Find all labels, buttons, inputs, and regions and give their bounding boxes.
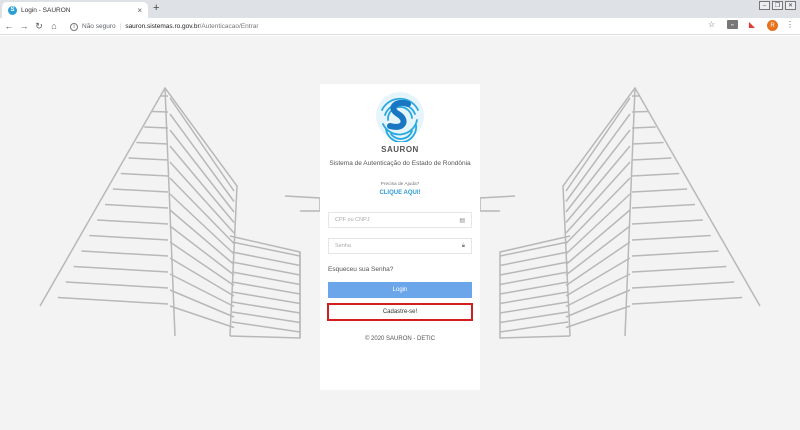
profile-avatar[interactable]: R (767, 20, 778, 31)
forward-icon[interactable]: → (18, 21, 30, 31)
building-floor-line (231, 271, 301, 286)
building-floor-line (631, 157, 672, 161)
forgot-password-link[interactable]: Esqueceu sua Senha? (328, 266, 393, 273)
url-separator: | (119, 23, 122, 30)
minimize-icon[interactable]: – (759, 1, 770, 10)
building-floor-line (631, 203, 696, 209)
lock-icon: 🔒︎ (461, 242, 465, 249)
url-path: /Autenticacao/Entrar (199, 23, 259, 30)
building-floor-line (144, 126, 169, 129)
building-floor-line (499, 321, 569, 333)
footer-copyright: © 2020 SAURON - DETIC (364, 336, 436, 342)
new-tab-button[interactable]: + (153, 2, 159, 14)
building-floor-line (631, 265, 727, 273)
building-floor-line (112, 188, 169, 193)
building-floor-line (631, 172, 680, 177)
building-floor-line (565, 97, 631, 192)
tab-title: Login - SAURON (21, 6, 71, 14)
restore-icon[interactable]: ❐ (772, 1, 783, 10)
building-floor-line (104, 203, 169, 209)
building-floor-line (81, 250, 169, 257)
brand-name: SAURON (381, 145, 419, 154)
system-subtitle: Sistema de Autenticação do Estado de Ron… (329, 160, 471, 167)
building-floor-line (169, 289, 235, 318)
building-floor-line (169, 161, 235, 234)
building-floor-line (631, 219, 703, 225)
login-button[interactable]: Login (328, 282, 472, 298)
bookmark-star-icon[interactable]: ☆ (708, 20, 715, 29)
building-floor-line (499, 281, 569, 295)
building-floor-line (565, 161, 631, 234)
building-floor-line (169, 193, 235, 255)
info-icon[interactable]: i (70, 22, 78, 31)
reload-icon[interactable]: ↻ (33, 21, 45, 32)
building-floor-line (631, 141, 664, 145)
browser-tab[interactable]: S Login - SAURON × (2, 2, 148, 18)
building-floor-line (73, 265, 169, 273)
building-floor-line (631, 234, 711, 241)
browser-toolbar: ← → ↻ ⌂ i Não seguro | sauron.sistemas.r… (0, 18, 800, 35)
page-body: SAURON Sistema de Autenticação do Estado… (0, 36, 800, 430)
building-floor-line (499, 291, 569, 305)
building-floor-line (231, 281, 301, 295)
building-floor-line (631, 296, 743, 305)
building-floor-line (499, 301, 569, 314)
building-floor-line (120, 172, 169, 177)
building-floor-line (231, 311, 301, 324)
sauron-fingerprint-logo (376, 92, 424, 142)
address-bar[interactable]: i Não seguro | sauron.sistemas.ro.gov.br… (70, 20, 720, 33)
building-floor-line (169, 97, 235, 192)
building-floor-line (231, 301, 301, 314)
password-input[interactable] (335, 243, 462, 249)
building-floor-line (565, 305, 631, 329)
password-field[interactable]: 🔒︎ (328, 238, 472, 254)
tab-strip: S Login - SAURON × + – ❐ ✕ (0, 0, 800, 18)
building-floor-line (152, 110, 169, 113)
login-card: SAURON Sistema de Autenticação do Estado… (320, 84, 480, 390)
building-floor-line (565, 289, 631, 318)
building-floor-line (499, 271, 569, 286)
building-floor-line (169, 129, 235, 213)
extension-flag-icon[interactable]: ◣ (746, 20, 758, 29)
cpf-field[interactable]: ▤ (328, 212, 472, 228)
close-tab-icon[interactable]: × (137, 6, 142, 15)
building-floor-line (169, 305, 235, 329)
sauron-favicon-icon: S (8, 5, 17, 15)
url-host: sauron.sistemas.ro.gov.br (125, 23, 200, 30)
building-floor-line (97, 219, 169, 225)
window-close-icon[interactable]: ✕ (785, 1, 796, 10)
extension-icon[interactable]: ▪▪ (727, 20, 738, 29)
building-floor-line (499, 311, 569, 324)
insecure-label: Não seguro (82, 23, 116, 30)
building-floor-line (565, 129, 631, 213)
building-floor-line (128, 157, 169, 161)
help-question: Precisa de Ajuda? (380, 182, 420, 187)
building-floor-line (65, 281, 169, 289)
building-floor-line (631, 250, 719, 257)
building-floor-line (631, 110, 648, 113)
building-floor-line (169, 209, 235, 266)
building-floor-line (565, 193, 631, 255)
building-floor-line (231, 321, 301, 333)
building-floor-line (631, 281, 735, 289)
building-floor-line (565, 209, 631, 266)
building-floor-line (57, 296, 169, 305)
building-floor-line (631, 126, 656, 129)
home-icon[interactable]: ⌂ (48, 21, 60, 31)
building-floor-line (89, 234, 169, 241)
back-icon[interactable]: ← (3, 21, 15, 31)
building-floor-line (231, 291, 301, 305)
register-button[interactable]: Cadastre-se! (327, 303, 473, 321)
cpf-input[interactable] (335, 217, 460, 223)
id-card-icon: ▤ (459, 217, 465, 224)
browser-menu-icon[interactable]: ⋮ (786, 20, 794, 29)
building-floor-line (631, 188, 688, 193)
window-controls: – ❐ ✕ (759, 1, 796, 10)
help-link[interactable]: CLIQUE AQUI! (320, 190, 480, 196)
building-floor-line (136, 141, 169, 145)
